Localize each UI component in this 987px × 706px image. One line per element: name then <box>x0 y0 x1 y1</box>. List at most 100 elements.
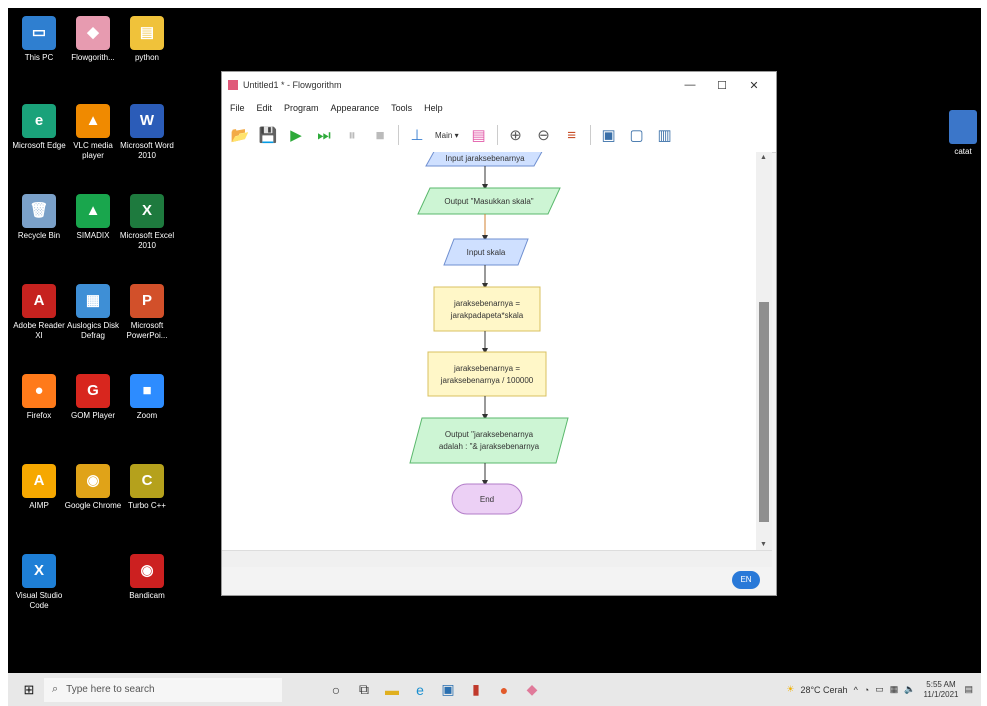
office-icon[interactable]: ▮ <box>462 681 490 698</box>
scroll-down-arrow-icon[interactable]: ▼ <box>760 541 767 548</box>
minimize-button[interactable]: — <box>674 79 706 91</box>
battery-icon[interactable]: ▭ <box>875 684 884 695</box>
notifications-icon[interactable]: ▤ <box>964 684 973 695</box>
search-icon: ⌕ <box>52 683 59 695</box>
speaker-icon[interactable]: 🔈 <box>904 684 915 695</box>
desktop-icon[interactable]: W Microsoft Word 2010 <box>118 104 176 161</box>
desktop-icon[interactable]: ▤ python <box>118 16 176 63</box>
chart-view-icon[interactable]: ▥ <box>655 125 675 145</box>
menu-program[interactable]: Program <box>284 103 319 113</box>
zoom-out-icon[interactable]: ⊖ <box>534 125 554 145</box>
assign-block[interactable] <box>427 351 547 397</box>
menu-tools[interactable]: Tools <box>391 103 412 113</box>
scroll-thumb[interactable] <box>759 302 769 522</box>
desktop-icon[interactable]: ▭ This PC <box>10 16 68 63</box>
flowgorithm-taskbar-icon[interactable]: ◆ <box>518 681 546 698</box>
desktop-icon-label: Bandicam <box>129 591 165 600</box>
window-titlebar: Untitled1 * - Flowgorithm — ☐ ✕ <box>222 72 776 98</box>
clock[interactable]: 5:55 AM 11/1/2021 <box>923 680 958 700</box>
app-icon: ● <box>22 374 56 408</box>
desktop-icon-label: Auslogics Disk Defrag <box>66 321 119 340</box>
desktop-icon[interactable]: X Visual Studio Code <box>10 554 68 611</box>
desktop-icon[interactable]: ▲ VLC media player <box>64 104 122 161</box>
app-icon-glyph: G <box>87 382 99 399</box>
desktop-icon-catat[interactable]: catat <box>938 110 981 156</box>
menu-help[interactable]: Help <box>424 103 443 113</box>
input-block-text: Input skala <box>467 248 506 257</box>
chevron-up-icon[interactable]: ^ <box>854 685 858 695</box>
output-block[interactable] <box>409 417 569 464</box>
app-icon: ▤ <box>130 16 164 50</box>
stop-icon[interactable]: ■ <box>370 125 390 145</box>
run-icon[interactable]: ▶ <box>286 125 306 145</box>
task-view-icon[interactable]: ⧉ <box>350 681 378 698</box>
close-button[interactable]: ✕ <box>738 79 770 92</box>
horizontal-scrollbar[interactable] <box>222 550 772 567</box>
menu-appearance[interactable]: Appearance <box>331 103 380 113</box>
source-code-icon[interactable]: ▣ <box>599 125 619 145</box>
step-icon[interactable]: ⏭ <box>314 125 334 145</box>
taskbar-search[interactable]: ⌕ Type here to search <box>44 677 282 702</box>
app-icon-glyph: ◆ <box>87 24 99 41</box>
menu-file[interactable]: File <box>230 103 245 113</box>
app-icon: ◉ <box>130 554 164 588</box>
maximize-button[interactable]: ☐ <box>706 79 738 92</box>
desktop-icon[interactable]: P Microsoft PowerPoi... <box>118 284 176 341</box>
save-icon[interactable]: 💾 <box>258 125 278 145</box>
window-title: Untitled1 * - Flowgorithm <box>243 80 342 90</box>
desktop-icon[interactable]: ◆ Flowgorith... <box>64 16 122 63</box>
layout-icon[interactable]: ⊥ <box>407 125 427 145</box>
desktop-icon[interactable]: 🗑 Recycle Bin <box>10 194 68 241</box>
assign-block[interactable] <box>433 286 541 332</box>
open-folder-icon[interactable]: 📂 <box>230 125 250 145</box>
file-explorer-icon[interactable]: ▬ <box>378 682 406 698</box>
app-icon: ▲ <box>76 104 110 138</box>
pause-icon[interactable]: ⏸ <box>342 125 362 145</box>
app-icon: ▦ <box>76 284 110 318</box>
vertical-scrollbar[interactable]: ▲ ▼ <box>756 152 772 550</box>
desktop-icon-label: GOM Player <box>70 411 115 420</box>
desktop-icon-label: SIMADIX <box>76 231 110 240</box>
desktop-icon[interactable]: A Adobe Reader XI <box>10 284 68 341</box>
desktop-icon[interactable]: ● Firefox <box>10 374 68 421</box>
desktop-icon[interactable]: ■ Zoom <box>118 374 176 421</box>
desktop-icon-label: python <box>134 53 160 62</box>
desktop-icon-label: Adobe Reader XI <box>13 321 65 340</box>
toolbar: 📂 💾 ▶ ⏭ ⏸ ■ ⊥ Main ▾ ▤ ⊕ ⊖ ≡ ▣ ▢ ▥ <box>222 118 776 153</box>
desktop-icon-label: Recycle Bin <box>17 231 61 240</box>
desktop-icon[interactable]: A AIMP <box>10 464 68 511</box>
desktop-icon[interactable]: G GOM Player <box>64 374 122 421</box>
windows-start-icon[interactable]: ⊞ <box>14 682 44 698</box>
zoom-in-icon[interactable]: ⊕ <box>506 125 526 145</box>
app-icon-glyph: ▤ <box>139 24 155 41</box>
end-block-text: End <box>480 495 494 504</box>
firefox-taskbar-icon[interactable]: ● <box>490 682 518 698</box>
app-icon: ◆ <box>76 16 110 50</box>
variable-watch-icon[interactable]: ▤ <box>469 125 489 145</box>
desktop-icon[interactable]: ◉ Bandicam <box>118 554 176 601</box>
function-dropdown[interactable]: Main ▾ <box>435 131 459 140</box>
store-icon[interactable]: ▣ <box>434 681 462 698</box>
keyboard-icon[interactable]: ▦ <box>890 684 899 695</box>
edge-taskbar-icon[interactable]: e <box>406 682 434 698</box>
desktop-icon[interactable]: ▦ Auslogics Disk Defrag <box>64 284 122 341</box>
desktop-icon[interactable]: ▲ SIMADIX <box>64 194 122 241</box>
flowchart-canvas[interactable]: Input jaraksebenarnya Output "Masukkan s… <box>222 152 756 550</box>
scroll-up-arrow-icon[interactable]: ▲ <box>760 154 767 161</box>
layers-icon[interactable]: ≡ <box>562 125 582 145</box>
desktop-icon[interactable]: ◉ Google Chrome <box>64 464 122 511</box>
app-icon: X <box>130 194 164 228</box>
cortana-icon[interactable]: ○ <box>322 682 350 698</box>
desktop-icon-label: VLC media player <box>73 141 113 160</box>
weather-text[interactable]: 28°C Cerah <box>800 685 847 695</box>
desktop-icon[interactable]: X Microsoft Excel 2010 <box>118 194 176 251</box>
console-icon[interactable]: ▢ <box>627 125 647 145</box>
desktop-icon[interactable]: e Microsoft Edge <box>10 104 68 151</box>
network-icon[interactable]: ◔ <box>864 685 869 695</box>
toolbar-separator <box>496 125 498 145</box>
language-button[interactable]: EN <box>732 571 760 589</box>
desktop-icon-label: Microsoft Excel 2010 <box>119 231 175 250</box>
menu-edit[interactable]: Edit <box>257 103 273 113</box>
desktop-icon[interactable]: C Turbo C++ <box>118 464 176 511</box>
desktop-icon-label: catat <box>954 147 972 156</box>
